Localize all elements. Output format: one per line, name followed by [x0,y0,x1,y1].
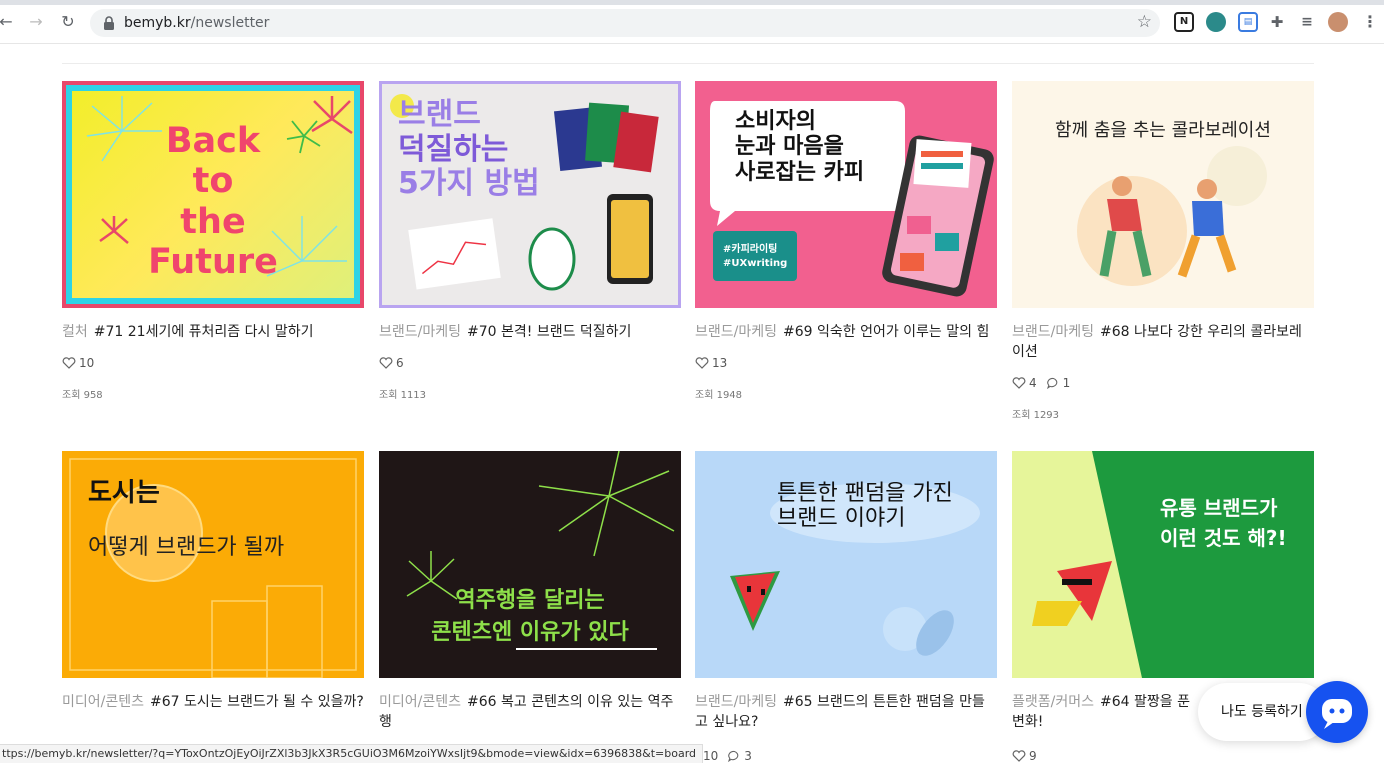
heart-icon [379,357,393,369]
card-stats-row: 10 3 [703,749,752,763]
thumb-text-line: 눈과 마음을 [735,134,844,160]
thumb-tag: #카피라이팅 [723,244,778,255]
thumb-text-line: 어떻게 브랜드가 될까 [88,535,285,560]
notion-extension-icon[interactable]: N [1174,12,1194,32]
lock-icon [104,16,114,30]
newsletter-card[interactable]: Back to the Future 컬처 #71 21세기에 퓨처리즘 다시 말… [62,81,364,401]
thumb-text-line: 함께 춤을 추는 콜라보레이션 [1055,120,1271,141]
url-text: bemyb.kr/newsletter [124,15,270,31]
address-bar[interactable]: bemyb.kr/newsletter ☆ [90,9,1160,37]
thumb-text-line: 역주행을 달리는 [455,588,605,613]
illustration [1077,146,1267,286]
puzzle-extensions-icon[interactable]: ✚ [1267,12,1287,32]
like-count[interactable]: 10 [703,749,718,763]
thumb-text-line: to [192,161,234,202]
card-thumbnail[interactable]: 튼튼한 팬덤을 가진 브랜드 이야기 [695,451,997,678]
heart-icon [1012,750,1026,762]
card-thumbnail[interactable]: Back to the Future [62,81,364,308]
like-count[interactable]: 13 [695,356,727,370]
view-count: 조회 1293 [1012,410,1060,421]
card-category[interactable]: 미디어/콘텐츠 [62,694,144,710]
newsletter-card[interactable]: 소비자의 눈과 마음을 사로잡는 카피 #카피라이팅 #UXwriting 브랜… [695,81,997,401]
view-count: 조회 958 [62,390,103,401]
newsletter-card[interactable]: 도시는 어떻게 브랜드가 될까 미디어/콘텐츠 #67 도시는 브랜드가 될 수 … [62,451,364,712]
thumb-text-line: 브랜드 이야기 [777,506,906,532]
like-count[interactable]: 6 [379,356,404,370]
heart-icon [1012,377,1026,389]
view-count: 조회 1113 [379,390,427,401]
thumb-text-line: Back [165,121,261,161]
card-title-continued[interactable]: 변화! [1012,714,1043,730]
comment-count[interactable]: 3 [728,749,752,763]
forward-icon[interactable]: → [26,12,46,32]
card-category[interactable]: 브랜드/마케팅 [379,324,461,340]
thumb-tag: #UXwriting [723,258,788,269]
thumb-text-line: 사로잡는 카피 [735,159,865,185]
tab-strip-edge [0,0,1384,5]
newsletter-card[interactable]: 함께 춤을 추는 콜라보레이션 브랜드/마케팅 #68 나보다 강한 우리의 콜라… [1012,81,1314,421]
thumb-text-line: 도시는 [88,478,160,508]
translate-extension-icon[interactable]: ▤ [1238,12,1258,32]
link-status-bar: ttps://bemyb.kr/newsletter/?q=YToxOntzOj… [0,744,704,763]
card-title[interactable]: #71 21세기에 퓨처리즘 다시 말하기 [94,324,314,340]
like-count[interactable]: 4 [1012,376,1037,390]
comment-bubble-icon [1046,377,1057,389]
thumb-text-line: the [180,201,246,242]
card-thumbnail[interactable]: 소비자의 눈과 마음을 사로잡는 카피 #카피라이팅 #UXwriting [695,81,997,308]
view-count: 조회 1948 [695,390,743,401]
thumb-text-line: 소비자의 [735,109,816,134]
card-thumbnail[interactable]: 브랜드 덕질하는 5가지 방법 [379,81,681,308]
comment-bubble-icon [728,750,739,762]
card-category[interactable]: 브랜드/마케팅 [695,694,777,710]
card-title[interactable]: #64 팔짱을 푼 [1100,694,1190,710]
card-title[interactable]: #70 본격! 브랜드 덕질하기 [467,324,631,340]
comment-count[interactable]: 1 [1046,376,1070,390]
content-divider [62,63,1314,64]
reading-list-icon[interactable]: ≡ [1297,12,1317,32]
newsletter-card[interactable]: 브랜드 덕질하는 5가지 방법 브랜드/마케팅 #70 본격! 브랜드 덕질하기 … [379,81,681,401]
newsletter-card[interactable]: 역주행을 달리는 콘텐츠엔 이유가 있다 미디어/콘텐츠 #66 복고 콘텐츠의 … [379,451,681,732]
reload-icon[interactable]: ↻ [58,12,78,32]
thumb-text-line: 유통 브랜드가 [1160,496,1278,520]
chat-bubble-icon [1322,699,1352,729]
card-title[interactable]: #67 도시는 브랜드가 될 수 있을까? [150,694,364,710]
card-category[interactable]: 미디어/콘텐츠 [379,694,461,710]
card-title[interactable]: #69 익숙한 언어가 이루는 말의 힘 [783,324,989,340]
menu-dots-icon[interactable]: ⋮ [1360,12,1380,32]
card-thumbnail[interactable]: 유통 브랜드가 이런 것도 해?! [1012,451,1314,678]
thumb-text-line: 콘텐츠엔 이유가 있다 [431,619,629,645]
heart-icon [695,357,709,369]
back-icon[interactable]: ← [0,12,16,32]
bookmark-star-icon[interactable]: ☆ [1137,12,1152,32]
card-category[interactable]: 플랫폼/커머스 [1012,694,1094,710]
card-thumbnail[interactable]: 함께 춤을 추는 콜라보레이션 [1012,81,1314,308]
like-count[interactable]: 10 [62,356,94,370]
thumb-text-line: Future [148,241,278,282]
browser-toolbar: ← → ↻ bemyb.kr/newsletter ☆ N ▤ ✚ ≡ ⋮ [0,0,1384,44]
like-count[interactable]: 9 [1012,749,1037,763]
heart-icon [62,357,76,369]
thumb-text-line: 이런 것도 해?! [1160,526,1287,550]
card-category[interactable]: 브랜드/마케팅 [1012,324,1094,340]
thumb-text-line: 튼튼한 팬덤을 가진 [777,481,953,506]
card-category[interactable]: 컬처 [62,324,88,340]
card-thumbnail[interactable]: 역주행을 달리는 콘텐츠엔 이유가 있다 [379,451,681,678]
illustration [1012,451,1142,678]
thumb-text-line: 5가지 방법 [398,166,540,201]
thumb-text-line: 브랜드 [398,97,481,132]
extension-avatar-icon[interactable] [1206,12,1226,32]
newsletter-card[interactable]: 튼튼한 팬덤을 가진 브랜드 이야기 브랜드/마케팅 #65 브랜드의 튼튼한 팬… [695,451,997,732]
card-thumbnail[interactable]: 도시는 어떻게 브랜드가 될까 [62,451,364,678]
thumb-text-line: 덕질하는 [398,131,509,167]
card-category[interactable]: 브랜드/마케팅 [695,324,777,340]
chat-button[interactable] [1306,681,1368,743]
profile-avatar[interactable] [1328,12,1348,32]
